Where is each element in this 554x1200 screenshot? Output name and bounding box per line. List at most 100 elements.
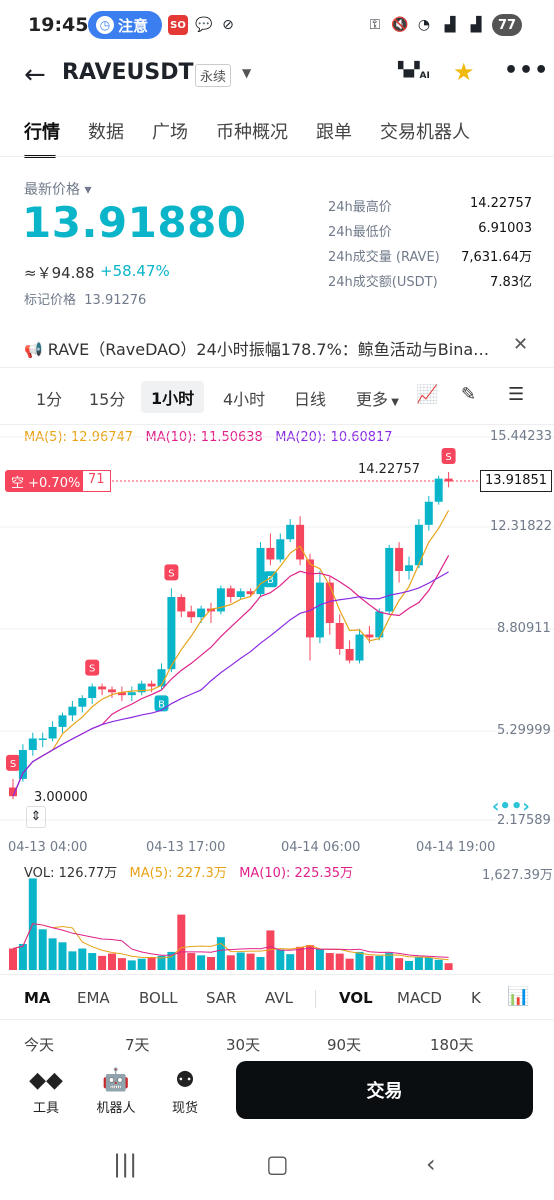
main-tabs: 行情 数据 广场 币种概况 跟单 交易机器人 [24, 118, 498, 158]
x-tick: 04-13 17:00 [146, 840, 226, 855]
ai-insight-float-icon[interactable]: ‹••› [492, 796, 544, 820]
ma20-line [12, 571, 449, 797]
volume-bar [325, 953, 334, 970]
interval-1d[interactable]: 日线 [294, 386, 326, 410]
range-180d[interactable]: 180天 [430, 1034, 474, 1055]
indicator-avl[interactable]: AVL [265, 989, 293, 1007]
draw-tool-icon[interactable]: ✎ [461, 384, 476, 405]
more-options-icon[interactable]: ••• [504, 58, 549, 83]
candlestick-chart[interactable]: SSBSBS [0, 425, 554, 975]
robot-button[interactable]: 🤖 机器人 [86, 1068, 146, 1116]
message-icon: 💬 [195, 17, 213, 33]
status-time: 19:45 [28, 14, 89, 36]
candle-body [236, 591, 245, 598]
symbol-title[interactable]: RAVEUSDT [62, 60, 194, 85]
volume-bar [355, 951, 364, 970]
tab-trading-bots[interactable]: 交易机器人 [380, 118, 470, 144]
indicator-divider-line [0, 1019, 554, 1020]
x-tick: 04-14 19:00 [416, 840, 496, 855]
volume-bar [315, 948, 324, 970]
volume-bar [296, 946, 305, 970]
tab-square[interactable]: 广场 [152, 118, 188, 144]
range-30d[interactable]: 30天 [226, 1034, 260, 1055]
close-icon[interactable]: ✕ [513, 334, 528, 355]
candle-body [78, 698, 87, 707]
candle-body [286, 524, 295, 540]
indicator-macd[interactable]: MACD [397, 989, 442, 1007]
chart-type-icon[interactable]: 📈 [416, 384, 438, 405]
tab-market[interactable]: 行情 [24, 118, 60, 158]
recent-apps-icon[interactable]: ||| [113, 1150, 137, 1178]
volume-bar [226, 955, 235, 970]
wifi-icon: ◔ [417, 17, 431, 33]
app-notification-icon: SO [168, 15, 188, 35]
volume-bar [246, 953, 255, 970]
volume-bar [137, 958, 146, 970]
back-nav-icon[interactable]: ‹ [426, 1150, 436, 1178]
x-tick: 04-14 06:00 [281, 840, 361, 855]
interval-1m[interactable]: 1分 [36, 386, 62, 410]
tab-copy-trading[interactable]: 跟单 [316, 118, 352, 144]
notification-pill[interactable]: ◷ 注意 [88, 11, 162, 39]
sell-marker-label: S [89, 664, 95, 675]
interval-more[interactable]: 更多 ▼ [356, 386, 399, 410]
current-price-tag[interactable]: 13.91851 [480, 470, 553, 492]
interval-1h[interactable]: 1小时 [141, 381, 205, 413]
volume-bar [335, 953, 344, 970]
volume-bar [405, 960, 413, 970]
candle-body [187, 611, 196, 618]
indicator-vol[interactable]: VOL [339, 989, 373, 1007]
volume-bar [424, 957, 433, 970]
home-icon[interactable]: ▢ [266, 1150, 289, 1178]
candle-body [296, 524, 305, 560]
volume-bar [98, 955, 107, 970]
chevron-down-icon[interactable]: ▼ [242, 66, 251, 80]
indicator-divider [315, 990, 316, 1008]
indicator-boll[interactable]: BOLL [139, 989, 178, 1007]
contract-type-badge: 永续 [195, 64, 232, 87]
candle-body [58, 715, 67, 727]
candle-body [385, 547, 394, 612]
favorite-star-icon[interactable]: ★ [453, 58, 475, 86]
volume-bar [276, 949, 285, 970]
indicator-k[interactable]: K [471, 989, 481, 1007]
back-arrow-icon[interactable]: ← [24, 60, 46, 90]
tab-data[interactable]: 数据 [88, 118, 124, 144]
indicator-settings-icon[interactable]: 📊 [507, 986, 529, 1007]
tabs-divider [0, 156, 554, 157]
range-today[interactable]: 今天 [24, 1034, 54, 1055]
robot-label: 机器人 [96, 1101, 136, 1116]
candle-body [167, 597, 176, 670]
spot-button[interactable]: ⚉ 现货 [155, 1068, 215, 1116]
volume-bar [88, 953, 97, 970]
indicator-ma[interactable]: MA [24, 989, 51, 1007]
range-90d[interactable]: 90天 [327, 1034, 361, 1055]
interval-4h[interactable]: 4小时 [223, 386, 265, 410]
news-divider [0, 367, 554, 368]
news-ticker[interactable]: 📢 RAVE（RaveDAO）24小时振幅178.7%：鲸鱼活动与Bina… [24, 336, 489, 360]
tools-icon: ◆◆ [29, 1068, 63, 1093]
tab-coin-overview[interactable]: 币种概况 [216, 118, 288, 144]
volume-bar [345, 958, 354, 970]
indicator-ema[interactable]: EMA [77, 989, 110, 1007]
candle-body [335, 622, 344, 649]
news-text: RAVE（RaveDAO）24小时振幅178.7%：鲸鱼活动与Bina… [47, 340, 490, 359]
spot-label: 现货 [171, 1101, 198, 1116]
trade-button[interactable]: 交易 [236, 1061, 533, 1119]
indicator-sar[interactable]: SAR [206, 989, 236, 1007]
volume-value: VOL: 126.77万 [24, 866, 118, 881]
chart-settings-icon[interactable]: ☰ [508, 384, 524, 405]
last-price-label[interactable]: 最新价格 ▾ [24, 179, 91, 199]
range-7d[interactable]: 7天 [125, 1034, 150, 1055]
ai-label: AI [419, 71, 430, 81]
vertical-scale-icon[interactable]: ⇕ [26, 806, 46, 828]
position-side-tag[interactable]: 空 +0.70% [5, 470, 87, 492]
ai-assistant-icon[interactable]: ▚▞AI [398, 60, 430, 81]
candle-body [355, 634, 364, 661]
tools-button[interactable]: ◆◆ 工具 [16, 1068, 76, 1116]
candle-body [177, 597, 186, 612]
y-tick: 5.29999 [497, 723, 551, 738]
interval-15m[interactable]: 15分 [89, 386, 125, 410]
key-icon: ⚿ [369, 17, 381, 33]
volume-max-tick: 1,627.39万 [482, 868, 553, 883]
